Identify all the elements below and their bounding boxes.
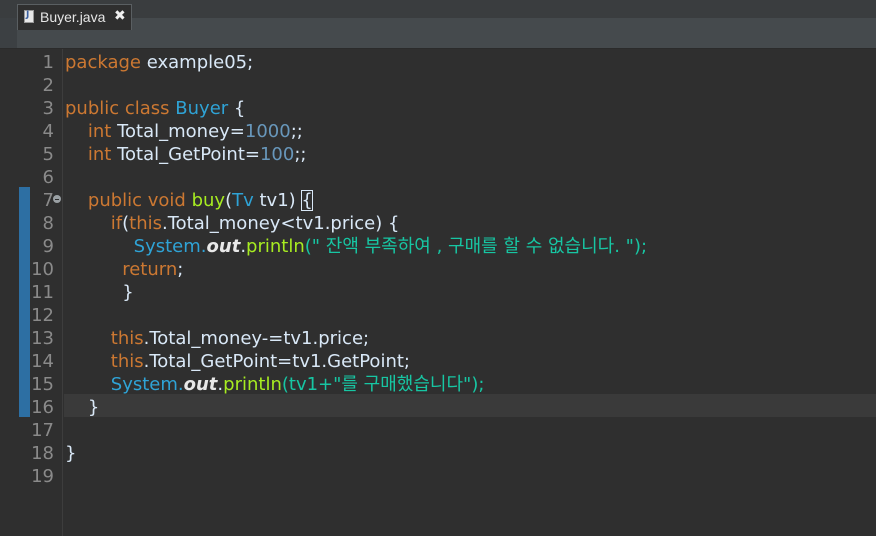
line-number: 10	[31, 259, 54, 280]
code-token: ;;	[290, 121, 303, 142]
code-token: example05;	[141, 52, 254, 73]
code-token: }	[65, 443, 77, 464]
line-number: 17	[31, 420, 54, 441]
current-line-highlight	[64, 394, 876, 417]
code-token: System.	[133, 236, 207, 257]
line-number: 6	[42, 167, 54, 188]
code-token: return	[122, 259, 178, 280]
line-number: 1	[42, 52, 54, 73]
code-line[interactable]: this.Total_GetPoint=tv1.GetPoint;	[65, 350, 410, 373]
code-line[interactable]: package example05;	[65, 51, 253, 74]
code-line[interactable]: }	[65, 396, 99, 419]
line-number: 7	[42, 190, 54, 211]
code-token: }	[65, 397, 100, 418]
code-token: Total_money=	[111, 121, 245, 142]
code-token: out	[206, 236, 241, 257]
close-icon[interactable]: ✖	[114, 8, 126, 24]
line-number: 15	[31, 374, 54, 395]
line-number: 18	[31, 443, 54, 464]
code-token: (" 잔액 부족하여 , 구매를 할 수 없습니다. ");	[304, 236, 648, 257]
line-number: 5	[42, 144, 54, 165]
code-token: .Total_money-=tv1.price;	[143, 328, 370, 349]
code-token: 100	[259, 144, 295, 165]
code-token: {	[301, 190, 313, 211]
code-token: this	[110, 328, 144, 349]
code-editor[interactable]: 1 2 3 4 5 6 7 8 9 10 11 12 13 14 15 16 17 18 19 package ex…	[0, 49, 876, 536]
code-token: int	[87, 121, 112, 142]
code-line[interactable]: public class Buyer {	[65, 97, 245, 120]
line-number: 2	[42, 75, 54, 96]
code-token: println	[223, 374, 282, 395]
code-line[interactable]: int Total_GetPoint=100;;	[65, 143, 307, 166]
code-token: .Total_GetPoint=tv1.GetPoint;	[143, 351, 410, 372]
code-line[interactable]: }	[65, 442, 76, 465]
code-line[interactable]: System.out.println(tv1+"를 구매했습니다");	[65, 373, 485, 396]
code-token: package	[65, 52, 141, 73]
line-number: 19	[31, 466, 54, 487]
code-token: ;	[177, 259, 184, 280]
code-token: Total_GetPoint=	[111, 144, 260, 165]
tab-title: Buyer.java	[40, 9, 106, 25]
line-number: 13	[31, 328, 54, 349]
code-token: tv1)	[253, 190, 302, 211]
code-token: buy	[191, 190, 226, 211]
tab-buyer-java[interactable]: Buyer.java ✖	[17, 4, 132, 30]
code-token: (tv1+"를 구매했습니다");	[281, 374, 485, 395]
code-token: println	[246, 236, 305, 257]
line-number: 8	[42, 213, 54, 234]
line-number: 16	[31, 397, 54, 418]
code-line[interactable]: }	[65, 281, 134, 304]
code-token: public class	[65, 98, 176, 119]
code-token: if	[110, 213, 123, 234]
code-line[interactable]: int Total_money=1000;;	[65, 120, 303, 143]
code-token: System.	[110, 374, 184, 395]
code-token: Buyer	[175, 98, 229, 119]
code-token: Tv	[232, 190, 254, 211]
line-number: 14	[31, 351, 54, 372]
code-line[interactable]: this.Total_money-=tv1.price;	[65, 327, 369, 350]
code-token: public void	[87, 190, 192, 211]
code-line[interactable]: return;	[65, 258, 183, 281]
code-token: out	[183, 374, 218, 395]
line-number: 9	[42, 236, 54, 257]
code-token: this	[110, 351, 144, 372]
java-file-icon	[24, 10, 34, 23]
code-line[interactable]: if(this.Total_money<tv1.price) {	[65, 212, 400, 235]
line-number: 12	[31, 305, 54, 326]
code-token: .Total_money<tv1.price) {	[162, 213, 400, 234]
line-number: 4	[42, 121, 54, 142]
code-token: 1000	[244, 121, 291, 142]
line-number: 11	[31, 282, 54, 303]
fold-collapse-icon[interactable]	[53, 195, 61, 203]
code-line[interactable]: System.out.println(" 잔액 부족하여 , 구매를 할 수 없…	[65, 235, 647, 258]
code-token: ;;	[294, 144, 307, 165]
code-token: {	[228, 98, 246, 119]
code-line[interactable]: public void buy(Tv tv1) {	[65, 189, 313, 212]
code-token: this	[129, 213, 163, 234]
line-number: 3	[42, 98, 54, 119]
code-token: }	[65, 282, 134, 303]
code-token: int	[87, 144, 112, 165]
tab-bar-left-edge	[0, 18, 17, 48]
